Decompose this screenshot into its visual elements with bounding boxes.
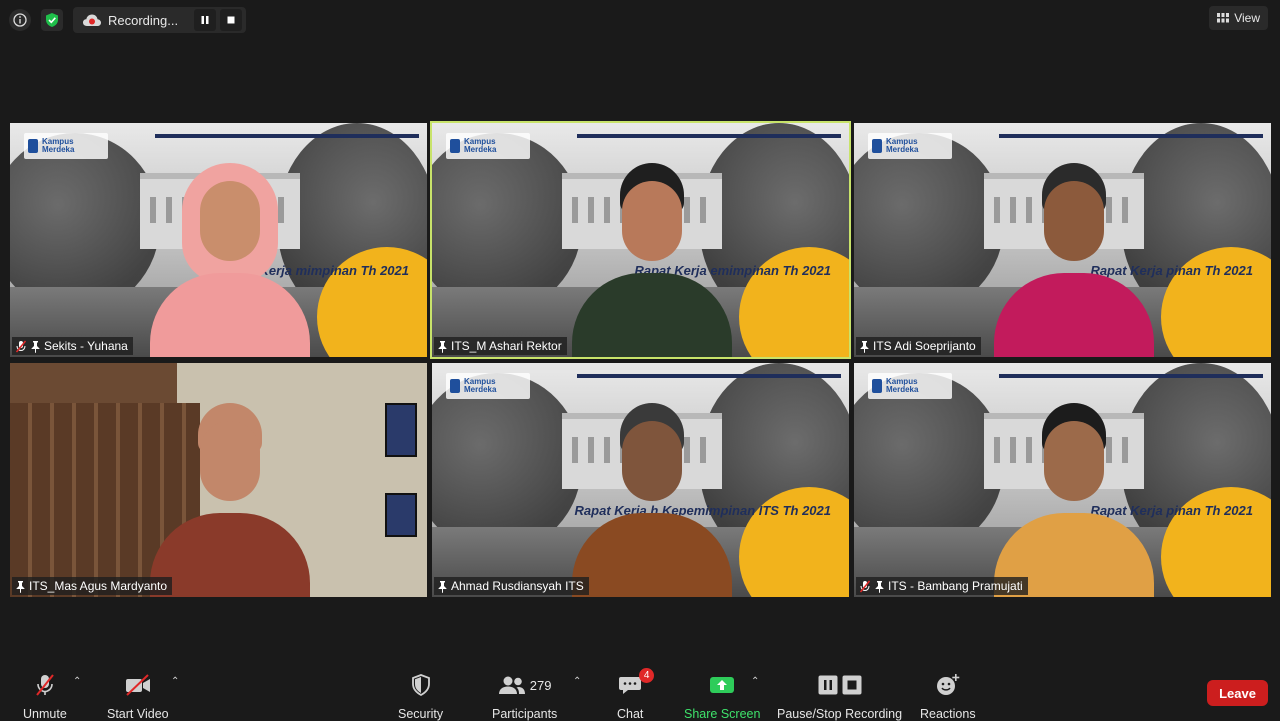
participants-button[interactable]: 279 Participants (492, 672, 557, 721)
meeting-toolbar: Unmute ⌃ Start Video ⌃ Security 279 Part… (0, 660, 1280, 721)
shield-check-icon (46, 13, 58, 27)
stop-icon (227, 16, 235, 24)
participant-name-tag: Sekits - Yuhana (12, 337, 133, 355)
participant-video-tile[interactable]: Kampus Merdeka Rapat Kerja pinan Th 2021 I… (854, 363, 1271, 597)
participants-label: Participants (492, 707, 558, 721)
background-logo: Kampus Merdeka (868, 133, 952, 159)
participant-name-tag: ITS_Mas Agus Mardyanto (12, 577, 173, 595)
share-screen-icon (710, 677, 735, 693)
shield-icon (411, 674, 430, 696)
participant-name: Ahmad Rusdiansyah ITS (451, 579, 584, 593)
recording-label: Recording... (108, 12, 179, 28)
video-options-chevron-icon[interactable]: ⌃ (171, 676, 179, 687)
view-button[interactable]: View (1209, 6, 1268, 30)
microphone-muted-icon (859, 580, 871, 592)
cloud-recording-icon (83, 14, 101, 26)
chat-button[interactable]: 4 Chat (617, 668, 655, 721)
pause-stop-recording-button[interactable]: Pause/Stop Recording (777, 672, 902, 721)
participant-video-tile[interactable]: Kampus Merdeka Rapat Kerja pinan Th 2021 I… (854, 123, 1271, 357)
grid-view-icon (1217, 13, 1230, 23)
microphone-muted-icon (36, 674, 54, 696)
pin-icon (438, 580, 447, 593)
view-label: View (1234, 11, 1260, 25)
participant-video-tile[interactable]: Kampus Merdeka Rapat Kerja mimpinan Th 20… (10, 123, 427, 357)
pin-icon (16, 580, 25, 593)
stop-recording-icon (842, 675, 862, 695)
participant-video (572, 163, 732, 357)
participants-count: 279 (529, 677, 552, 693)
unmute-label: Unmute (23, 707, 67, 721)
participant-video-tile[interactable]: ITS_Mas Agus Mardyanto (10, 363, 427, 597)
participant-video (150, 403, 310, 597)
pause-recording-icon (818, 675, 838, 695)
security-label: Security (398, 707, 444, 721)
share-screen-label: Share Screen (684, 707, 761, 721)
participants-options-chevron-icon[interactable]: ⌃ (573, 676, 581, 687)
participant-name: ITS_M Ashari Rektor (451, 339, 562, 353)
reactions-label: Reactions (920, 707, 976, 721)
participant-name-tag: Ahmad Rusdiansyah ITS (434, 577, 589, 595)
reactions-button[interactable]: Reactions (920, 672, 976, 721)
share-options-chevron-icon[interactable]: ⌃ (751, 676, 759, 687)
encryption-indicator[interactable] (41, 9, 63, 31)
video-camera-off-icon (125, 674, 150, 696)
participants-icon (498, 676, 525, 694)
pause-recording-button[interactable] (194, 9, 216, 31)
pin-icon (860, 340, 869, 353)
participant-video (994, 163, 1154, 357)
microphone-muted-icon (15, 340, 27, 352)
background-logo: Kampus Merdeka (24, 133, 108, 159)
pause-icon (201, 16, 209, 24)
participant-name-tag: ITS - Bambang Pramujati (856, 577, 1028, 595)
recording-indicator: Recording... (73, 7, 246, 33)
leave-button[interactable]: Leave (1207, 680, 1268, 706)
meeting-info-button[interactable] (9, 9, 31, 31)
participant-video (994, 403, 1154, 597)
participant-video-tile[interactable]: Kampus Merdeka Rapat Kerja h Kepemimpinan… (432, 363, 849, 597)
participant-video-tile[interactable]: Kampus Merdeka Rapat Kerja emimpinan Th 2… (430, 121, 851, 359)
participant-name: Sekits - Yuhana (44, 339, 128, 353)
participant-video (572, 403, 732, 597)
stop-recording-button[interactable] (220, 9, 242, 31)
pin-icon (31, 340, 40, 353)
smiley-plus-icon (936, 674, 960, 695)
background-logo: Kampus Merdeka (446, 373, 530, 399)
chat-label: Chat (617, 707, 644, 721)
participant-video (150, 163, 310, 357)
participant-name: ITS Adi Soeprijanto (873, 339, 976, 353)
security-button[interactable]: Security (398, 672, 443, 721)
participant-name: ITS_Mas Agus Mardyanto (29, 579, 168, 593)
share-screen-button[interactable]: Share Screen (684, 672, 760, 721)
participant-name: ITS - Bambang Pramujati (888, 579, 1023, 593)
background-logo: Kampus Merdeka (446, 133, 530, 159)
chat-unread-badge: 4 (639, 668, 655, 683)
pin-icon (438, 340, 447, 353)
background-logo: Kampus Merdeka (868, 373, 952, 399)
pause-stop-recording-label: Pause/Stop Recording (777, 707, 903, 721)
participant-name-tag: ITS Adi Soeprijanto (856, 337, 981, 355)
audio-options-chevron-icon[interactable]: ⌃ (73, 676, 81, 687)
pin-icon (875, 580, 884, 593)
start-video-label: Start Video (107, 707, 169, 721)
start-video-button[interactable]: Start Video (107, 672, 169, 721)
unmute-button[interactable]: Unmute (23, 672, 67, 721)
info-icon (13, 13, 27, 27)
participant-name-tag: ITS_M Ashari Rektor (434, 337, 567, 355)
